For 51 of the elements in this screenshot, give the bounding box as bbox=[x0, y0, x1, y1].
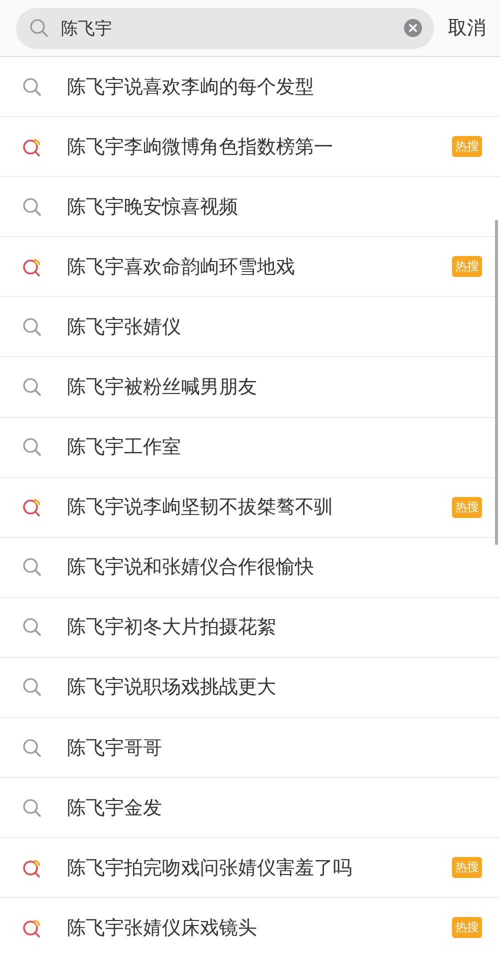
search-input[interactable]: 陈飞宇 bbox=[61, 18, 392, 38]
cancel-button[interactable]: 取消 bbox=[448, 15, 486, 41]
search-icon bbox=[22, 76, 42, 97]
hot-badge: 热搜 bbox=[452, 917, 482, 938]
search-icon bbox=[22, 196, 42, 217]
search-icon bbox=[22, 617, 42, 638]
suggestion-text: 陈飞宇说和张婧仪合作很愉快 bbox=[67, 555, 315, 580]
trending-search-icon bbox=[22, 256, 42, 277]
clear-icon[interactable] bbox=[404, 19, 422, 37]
hot-badge: 热搜 bbox=[452, 256, 482, 278]
suggestion-row[interactable]: 陈飞宇拍完吻戏问张婧仪害羞了吗 热搜 bbox=[0, 838, 500, 898]
suggestion-text: 陈飞宇晚安惊喜视频 bbox=[67, 194, 239, 220]
trending-search-icon bbox=[22, 918, 42, 938]
suggestion-text: 陈飞宇初冬大片拍摄花絮 bbox=[67, 615, 277, 640]
suggestion-row[interactable]: 陈飞宇说和张婧仪合作很愉快 bbox=[0, 538, 500, 598]
search-field[interactable]: 陈飞宇 bbox=[16, 8, 434, 48]
suggestion-text: 陈飞宇李岣微博角色指数榜第一 bbox=[67, 134, 334, 160]
suggestion-text: 陈飞宇喜欢命韵岣环雪地戏 bbox=[67, 254, 296, 280]
suggestion-text: 陈飞宇张婧仪床戏镜头 bbox=[67, 916, 258, 941]
search-icon bbox=[22, 677, 42, 698]
search-icon bbox=[22, 377, 42, 398]
hot-badge: 热搜 bbox=[452, 136, 482, 158]
trending-search-icon bbox=[22, 497, 42, 518]
search-icon bbox=[29, 18, 49, 38]
search-icon bbox=[22, 437, 42, 458]
suggestion-row[interactable]: 陈飞宇说喜欢李岣的每个发型 bbox=[0, 57, 500, 118]
suggestion-text: 陈飞宇张婧仪 bbox=[67, 314, 182, 340]
suggestion-row[interactable]: 陈飞宇李岣微博角色指数榜第一 热搜 bbox=[0, 117, 500, 178]
hot-badge: 热搜 bbox=[452, 496, 482, 518]
trending-search-icon bbox=[22, 136, 42, 157]
suggestion-text: 陈飞宇说李岣坚韧不拔桀骜不驯 bbox=[67, 495, 334, 520]
suggestion-row[interactable]: 陈飞宇金发 bbox=[0, 778, 500, 838]
search-icon bbox=[22, 557, 42, 578]
suggestion-row[interactable]: 陈飞宇哥哥 bbox=[0, 718, 500, 778]
suggestion-row[interactable]: 陈飞宇说职场戏挑战更大 bbox=[0, 658, 500, 718]
suggestion-text: 陈飞宇拍完吻戏问张婧仪害羞了吗 bbox=[67, 856, 353, 881]
hot-badge: 热搜 bbox=[452, 857, 482, 878]
suggestion-text: 陈飞宇被粉丝喊男朋友 bbox=[67, 375, 258, 400]
suggestion-text: 陈飞宇说职场戏挑战更大 bbox=[67, 675, 277, 700]
scrollbar[interactable] bbox=[495, 220, 498, 545]
search-icon bbox=[22, 738, 42, 758]
search-icon bbox=[22, 798, 42, 818]
search-icon bbox=[22, 316, 42, 337]
suggestion-row[interactable]: 陈飞宇晚安惊喜视频 bbox=[0, 177, 500, 238]
trending-search-icon bbox=[22, 858, 42, 878]
suggestion-row[interactable]: 陈飞宇初冬大片拍摄花絮 bbox=[0, 598, 500, 658]
suggestion-text: 陈飞宇哥哥 bbox=[67, 736, 163, 761]
suggestion-text: 陈飞宇金发 bbox=[67, 796, 163, 821]
suggestion-row[interactable]: 陈飞宇张婧仪床戏镜头 热搜 bbox=[0, 898, 500, 957]
suggestion-text: 陈飞宇工作室 bbox=[67, 435, 182, 460]
suggestion-text: 陈飞宇说喜欢李岣的每个发型 bbox=[67, 74, 315, 100]
